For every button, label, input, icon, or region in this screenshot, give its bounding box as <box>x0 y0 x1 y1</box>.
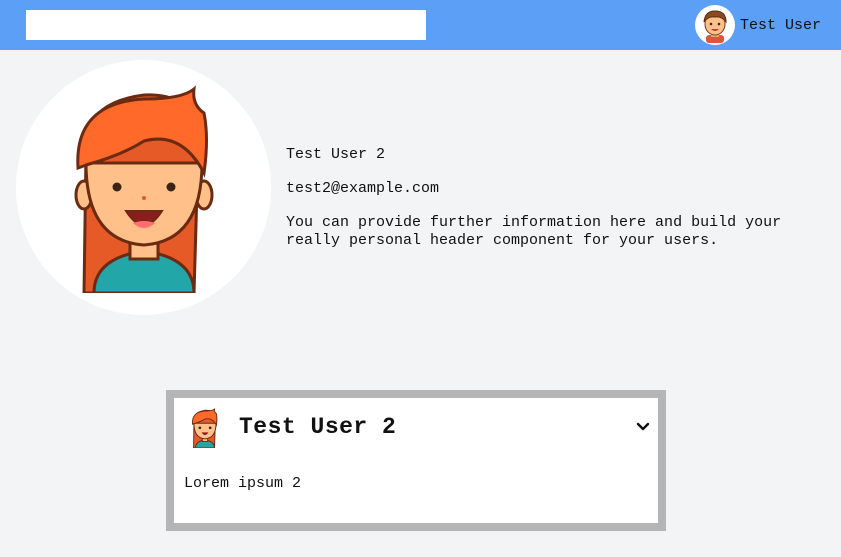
profile-description: You can provide further information here… <box>286 214 782 249</box>
boy-avatar-icon <box>694 5 735 45</box>
card-header-toggle[interactable]: Test User 2 <box>174 398 658 458</box>
chevron-down-icon[interactable] <box>636 420 650 434</box>
card-title: Test User 2 <box>239 414 397 440</box>
profile-info: Test User 2 test2@example.com You can pr… <box>286 146 826 266</box>
profile-email: test2@example.com <box>286 180 440 197</box>
girl-avatar-icon <box>74 84 213 293</box>
user-menu-name: Test User <box>739 16 821 34</box>
user-menu-button[interactable]: Test User <box>694 5 821 45</box>
top-bar: Test User <box>0 0 841 50</box>
girl-avatar-icon <box>188 408 222 448</box>
card-body: Lorem ipsum 2 <box>184 475 302 492</box>
profile-name: Test User 2 <box>286 146 386 163</box>
user-card: Test User 2 Lorem ipsum 2 <box>166 390 666 531</box>
profile-avatar <box>16 60 271 315</box>
search-input[interactable] <box>26 10 426 40</box>
